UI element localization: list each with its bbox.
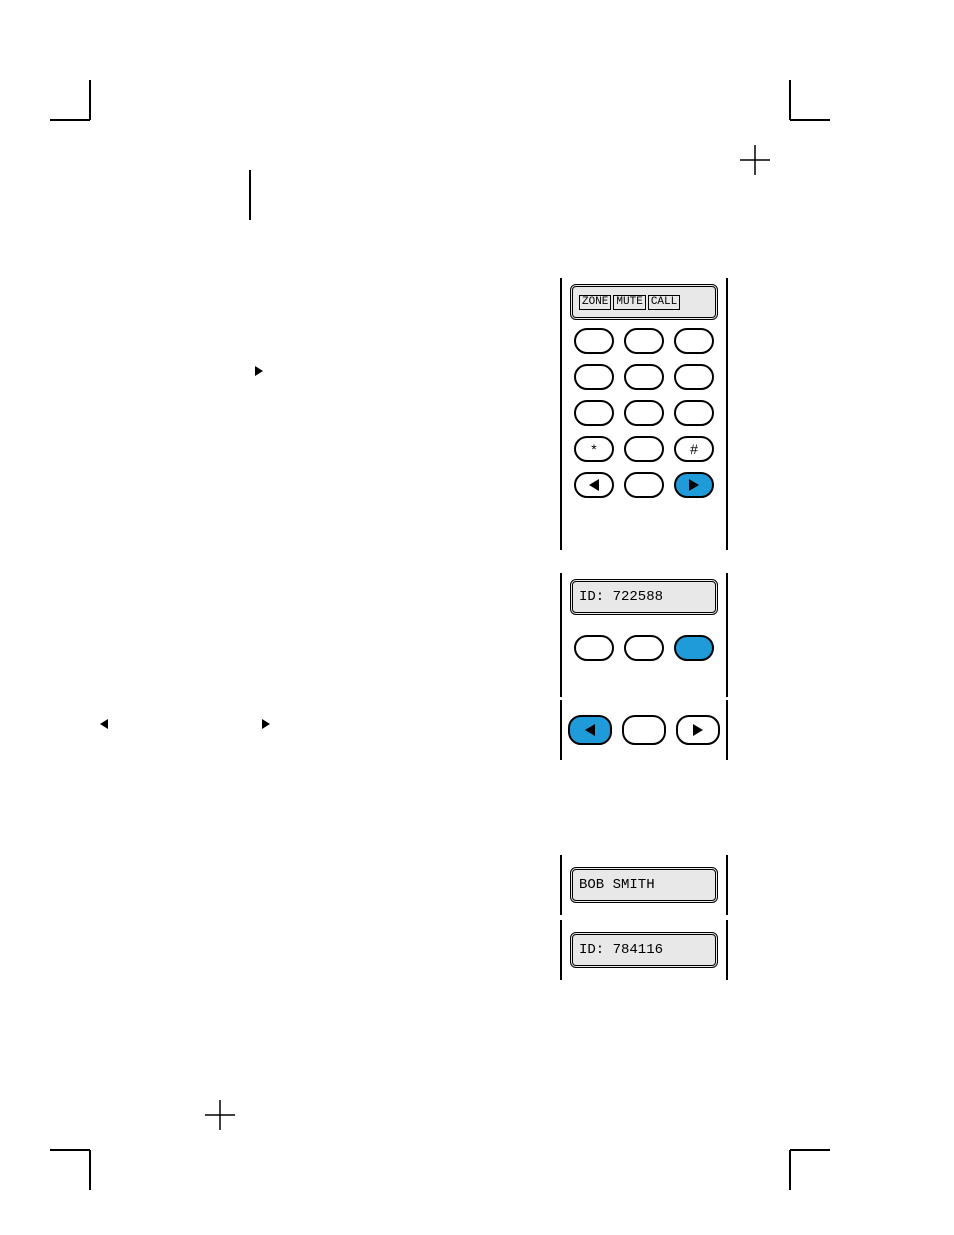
softkey-label: CALL	[648, 295, 680, 310]
page: ZONE MUTE CALL * #	[0, 0, 954, 1235]
inline-arrow-left	[100, 715, 108, 733]
triangle-left-icon	[589, 479, 599, 491]
triangle-right-icon	[255, 366, 263, 376]
softkey-label: ZONE	[579, 295, 611, 310]
nav-center-button[interactable]	[622, 715, 666, 745]
nav-row-panel	[560, 700, 728, 760]
key-1[interactable]	[574, 328, 614, 354]
nav-center-button[interactable]	[624, 472, 664, 498]
triangle-right-icon	[693, 724, 703, 736]
triangle-left-icon	[100, 719, 108, 729]
triangle-left-icon	[585, 724, 595, 736]
softkey-label: MUTE	[613, 295, 645, 310]
key-star[interactable]: *	[574, 436, 614, 462]
lcd-display: ID: 722588	[570, 579, 718, 615]
inline-arrow-right	[255, 362, 263, 380]
registration-cross-icon	[740, 145, 770, 175]
lcd-text: ID: 722588	[579, 589, 663, 605]
key-hash[interactable]: #	[674, 436, 714, 462]
lcd-text: ID: 784116	[579, 942, 663, 958]
key-2[interactable]	[624, 328, 664, 354]
key-0[interactable]	[624, 436, 664, 462]
key-3[interactable]	[674, 328, 714, 354]
nav-left-button[interactable]	[568, 715, 612, 745]
lcd-panel-id: ID: 784116	[560, 920, 728, 980]
registration-cross-icon	[205, 1100, 235, 1130]
lcd-text: BOB SMITH	[579, 877, 655, 893]
key-5[interactable]	[624, 364, 664, 390]
inline-arrow-right	[262, 715, 270, 733]
nav-right-button[interactable]	[676, 715, 720, 745]
keypad-panel-2: ID: 722588	[560, 573, 728, 697]
key-6[interactable]	[674, 364, 714, 390]
key-select[interactable]	[674, 635, 714, 661]
crop-tick-icon	[245, 170, 255, 220]
key-label: *	[591, 441, 596, 457]
lcd-display: BOB SMITH	[570, 867, 718, 903]
nav-right-button[interactable]	[674, 472, 714, 498]
nav-left-button[interactable]	[574, 472, 614, 498]
key-row	[570, 635, 718, 661]
numeric-keypad: * #	[570, 328, 718, 498]
key-blank[interactable]	[574, 635, 614, 661]
key-4[interactable]	[574, 364, 614, 390]
keypad-panel-1: ZONE MUTE CALL * #	[560, 278, 728, 550]
lcd-panel-name: BOB SMITH	[560, 855, 728, 915]
crop-mark-icon	[770, 1130, 830, 1190]
key-7[interactable]	[574, 400, 614, 426]
key-9[interactable]	[674, 400, 714, 426]
lcd-display: ID: 784116	[570, 932, 718, 968]
key-8[interactable]	[624, 400, 664, 426]
crop-mark-icon	[50, 80, 110, 140]
crop-mark-icon	[50, 1130, 110, 1190]
key-label: #	[690, 441, 698, 457]
crop-mark-icon	[770, 80, 830, 140]
triangle-right-icon	[689, 479, 699, 491]
key-blank[interactable]	[624, 635, 664, 661]
lcd-display: ZONE MUTE CALL	[570, 284, 718, 320]
triangle-right-icon	[262, 719, 270, 729]
